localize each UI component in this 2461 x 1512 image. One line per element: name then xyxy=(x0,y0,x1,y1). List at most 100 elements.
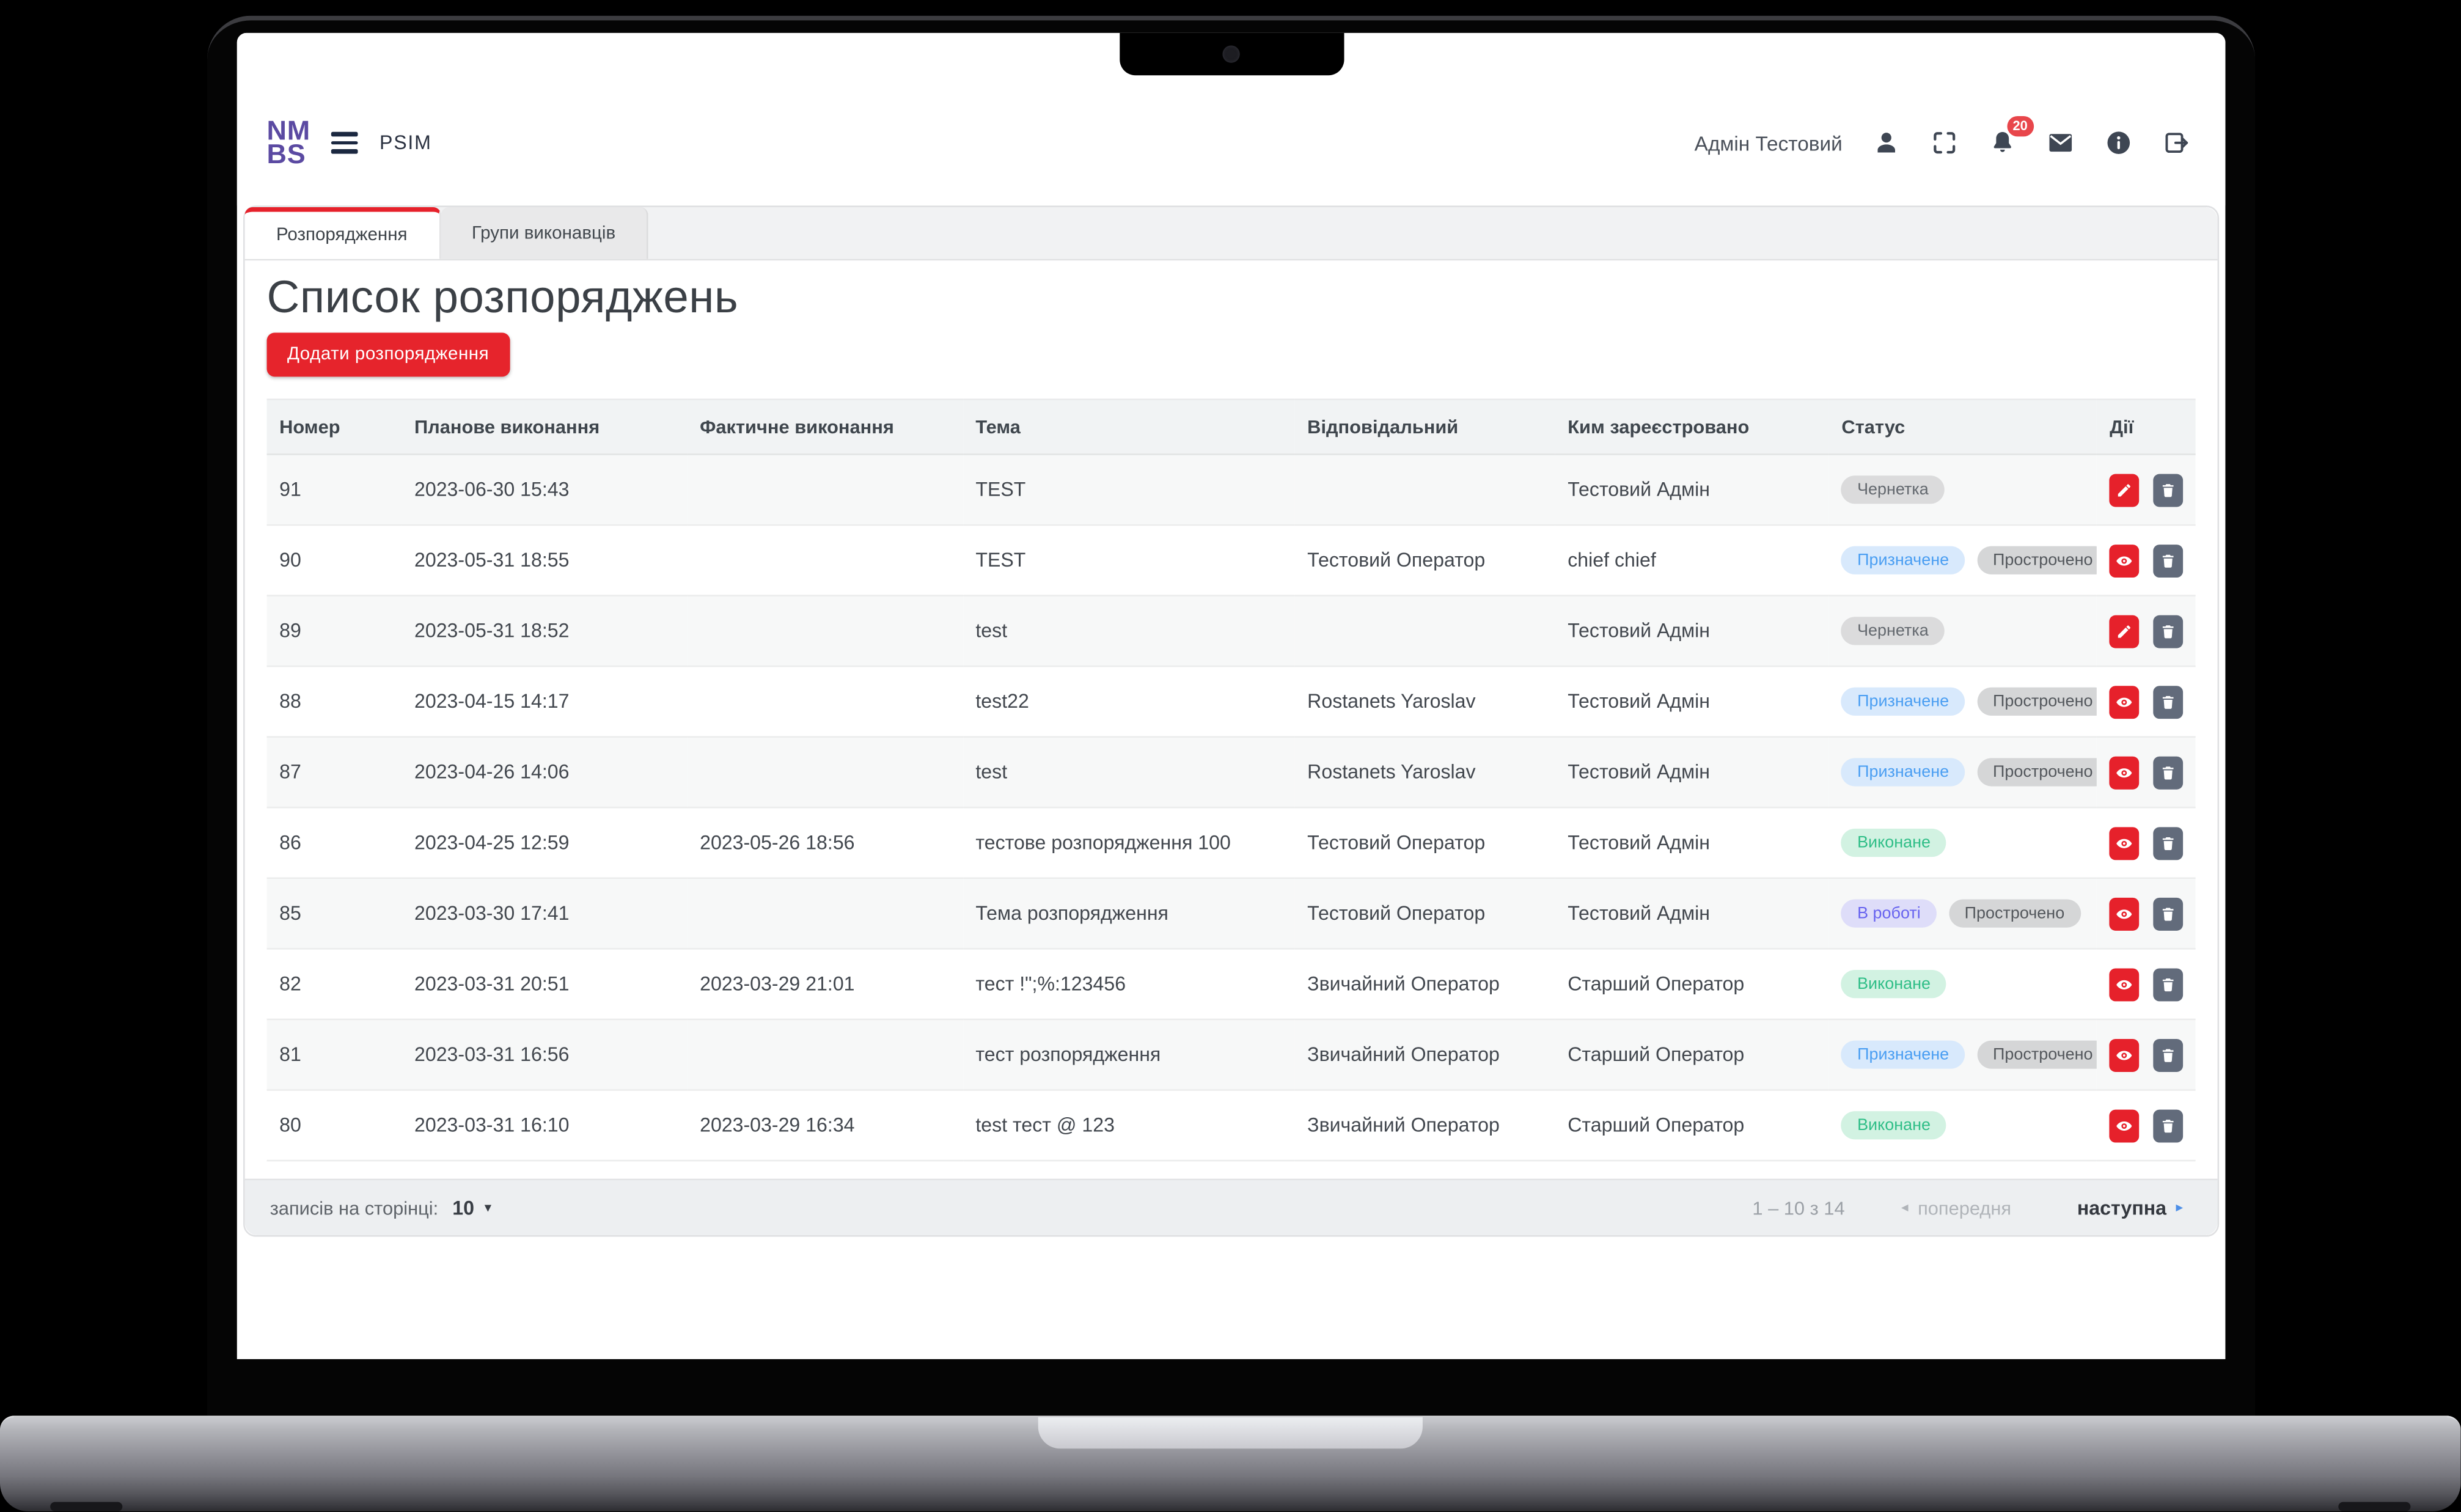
status-badge-assigned: Призначене xyxy=(1841,758,1964,786)
table-row: 892023-05-31 18:52testТестовий АдмінЧерн… xyxy=(267,596,2196,667)
delete-button[interactable] xyxy=(2154,1038,2183,1071)
bell-icon[interactable]: 20 xyxy=(1989,129,2017,157)
trash-icon xyxy=(2160,552,2177,569)
notification-badge: 20 xyxy=(2006,116,2034,136)
per-page-value: 10 xyxy=(452,1197,474,1219)
cell-responsible xyxy=(1295,454,1555,525)
table-row: 872023-04-26 14:06testRostanets Yaroslav… xyxy=(267,737,2196,808)
cell-planned: 2023-04-25 12:59 xyxy=(402,807,687,878)
laptop-foot-right xyxy=(2338,1502,2410,1511)
cell-status: Чернетка xyxy=(1829,454,2097,525)
delete-button[interactable] xyxy=(2154,685,2183,718)
page-range: 1 – 10 з 14 xyxy=(1752,1197,1844,1219)
eye-icon xyxy=(2116,693,2133,710)
cell-actual xyxy=(688,525,963,596)
cell-topic: тест !";%:123456 xyxy=(963,949,1295,1019)
logout-icon[interactable] xyxy=(2163,129,2191,157)
delete-button[interactable] xyxy=(2154,473,2183,506)
table-row: 862023-04-25 12:592023-05-26 18:56тестов… xyxy=(267,807,2196,878)
trash-icon xyxy=(2160,693,2177,710)
cell-planned: 2023-05-31 18:55 xyxy=(402,525,687,596)
trash-icon xyxy=(2160,1117,2177,1134)
pagination-controls: 1 – 10 з 14 ◂ попередня наступна ▸ xyxy=(1752,1195,2192,1220)
laptop-screen: NM BS PSIM Адмін Тестовий xyxy=(237,33,2226,1359)
cell-number: 88 xyxy=(267,666,402,737)
cell-responsible: Rostanets Yaroslav xyxy=(1295,737,1555,808)
eye-icon xyxy=(2116,834,2133,851)
delete-button[interactable] xyxy=(2154,544,2183,577)
eye-icon xyxy=(2116,905,2133,922)
edit-button[interactable] xyxy=(2110,473,2139,506)
fullscreen-icon[interactable] xyxy=(1931,129,1959,157)
cell-planned: 2023-03-30 17:41 xyxy=(402,878,687,949)
status-badge-overdue: Прострочено xyxy=(1977,758,2097,786)
mail-icon[interactable] xyxy=(2047,129,2075,157)
delete-button[interactable] xyxy=(2154,967,2183,1000)
column-topic: Тема xyxy=(963,400,1295,455)
column-actions: Дії xyxy=(2097,400,2196,455)
tab-orders[interactable]: Розпорядження xyxy=(245,207,441,259)
cell-actions xyxy=(2097,949,2196,1019)
view-button[interactable] xyxy=(2110,1109,2139,1142)
view-button[interactable] xyxy=(2110,826,2139,859)
table-row: 802023-03-31 16:102023-03-29 16:34test т… xyxy=(267,1090,2196,1161)
delete-button[interactable] xyxy=(2154,1109,2183,1142)
add-order-button[interactable]: Додати розпорядження xyxy=(267,332,510,376)
status-badge-draft: Чернетка xyxy=(1841,617,1944,645)
view-button[interactable] xyxy=(2110,685,2139,718)
delete-button[interactable] xyxy=(2154,826,2183,859)
prev-page-button[interactable]: ◂ попередня xyxy=(1892,1195,2021,1220)
status-badge-assigned: Призначене xyxy=(1841,688,1964,716)
cell-planned: 2023-05-31 18:52 xyxy=(402,596,687,667)
view-button[interactable] xyxy=(2110,967,2139,1000)
menu-icon[interactable] xyxy=(331,132,358,154)
cell-number: 82 xyxy=(267,949,402,1019)
pagination-bar: записів на сторінці: 10 ▼ 1 – 10 з 14 ◂ … xyxy=(245,1179,2218,1235)
tab-executor-groups[interactable]: Групи виконавців xyxy=(440,207,648,259)
delete-button[interactable] xyxy=(2154,755,2183,788)
cell-actions xyxy=(2097,878,2196,949)
cell-actions xyxy=(2097,1090,2196,1161)
cell-registered-by: Тестовий Адмін xyxy=(1555,807,1829,878)
cell-registered-by: Старший Оператор xyxy=(1555,1019,1829,1090)
table-row: 902023-05-31 18:55TESTТестовий Операторc… xyxy=(267,525,2196,596)
next-page-button[interactable]: наступна ▸ xyxy=(2068,1195,2193,1220)
per-page-select[interactable]: 10 ▼ xyxy=(452,1197,494,1219)
user-icon[interactable] xyxy=(1872,129,1901,157)
cell-actual: 2023-05-26 18:56 xyxy=(688,807,963,878)
delete-button[interactable] xyxy=(2154,897,2183,930)
cell-actions xyxy=(2097,666,2196,737)
trash-icon xyxy=(2160,1046,2177,1063)
pencil-icon xyxy=(2116,481,2133,498)
view-button[interactable] xyxy=(2110,544,2139,577)
edit-button[interactable] xyxy=(2110,614,2139,647)
cell-responsible: Тестовий Оператор xyxy=(1295,878,1555,949)
status-badge-assigned: Призначене xyxy=(1841,546,1964,574)
cell-number: 91 xyxy=(267,454,402,525)
eye-icon xyxy=(2116,1117,2133,1134)
view-button[interactable] xyxy=(2110,897,2139,930)
brand: NM BS PSIM xyxy=(267,120,432,166)
info-icon[interactable] xyxy=(2105,129,2133,157)
cell-planned: 2023-03-31 16:10 xyxy=(402,1090,687,1161)
cell-actions xyxy=(2097,596,2196,667)
view-button[interactable] xyxy=(2110,755,2139,788)
status-badge-draft: Чернетка xyxy=(1841,475,1944,504)
cell-registered-by: Старший Оператор xyxy=(1555,1090,1829,1161)
user-name: Адмін Тестовий xyxy=(1695,131,1843,155)
card-body: Список розпоряджень Додати розпорядження… xyxy=(245,260,2218,1178)
next-page-label: наступна xyxy=(2077,1197,2166,1219)
laptop-lid: NM BS PSIM Адмін Тестовий xyxy=(207,16,2255,1416)
column-planned: Планове виконання xyxy=(402,400,687,455)
cell-actions xyxy=(2097,454,2196,525)
content-card: Розпорядження Групи виконавців Список ро… xyxy=(243,205,2219,1236)
status-badge-assigned: Призначене xyxy=(1841,1041,1964,1069)
cell-topic: Тема розпорядження xyxy=(963,878,1295,949)
cell-status: Виконане xyxy=(1829,807,2097,878)
column-number: Номер xyxy=(267,400,402,455)
trash-icon xyxy=(2160,905,2177,922)
view-button[interactable] xyxy=(2110,1038,2139,1071)
cell-responsible: Тестовий Оператор xyxy=(1295,807,1555,878)
delete-button[interactable] xyxy=(2154,614,2183,647)
cell-planned: 2023-03-31 16:56 xyxy=(402,1019,687,1090)
